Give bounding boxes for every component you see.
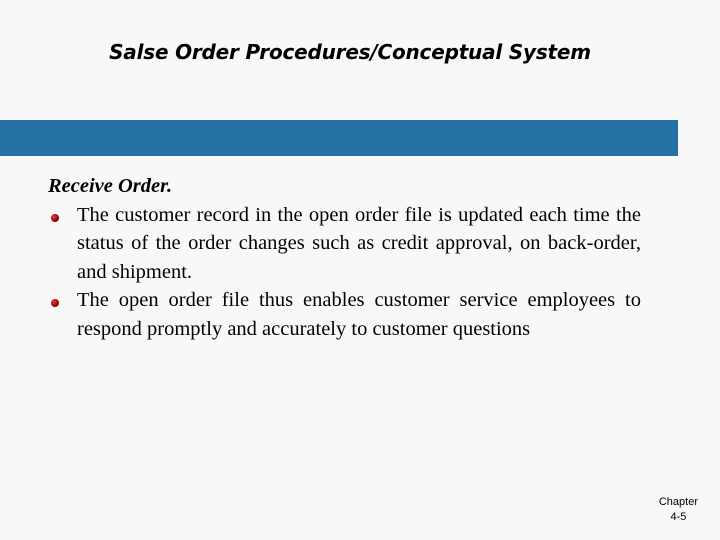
bullet-item: The customer record in the open order fi…	[48, 201, 641, 287]
slide-title: Salse Order Procedures/Conceptual System	[109, 40, 591, 64]
bullet-icon	[51, 213, 59, 222]
chapter-footer: Chapter 4-5	[659, 495, 698, 525]
footer-page-number: 4-5	[670, 511, 687, 523]
bullet-text: The customer record in the open order fi…	[77, 203, 641, 283]
bullet-text: The open order file thus enables custome…	[77, 289, 641, 340]
footer-chapter-label: Chapter	[658, 496, 698, 508]
bullet-item: The open order file thus enables custome…	[48, 286, 641, 343]
slide-content: Receive Order. The customer record in th…	[48, 172, 648, 343]
accent-bar	[0, 120, 678, 156]
section-heading: Receive Order.	[48, 175, 173, 197]
bullet-list: The customer record in the open order fi…	[48, 201, 648, 344]
bullet-icon	[51, 299, 59, 307]
